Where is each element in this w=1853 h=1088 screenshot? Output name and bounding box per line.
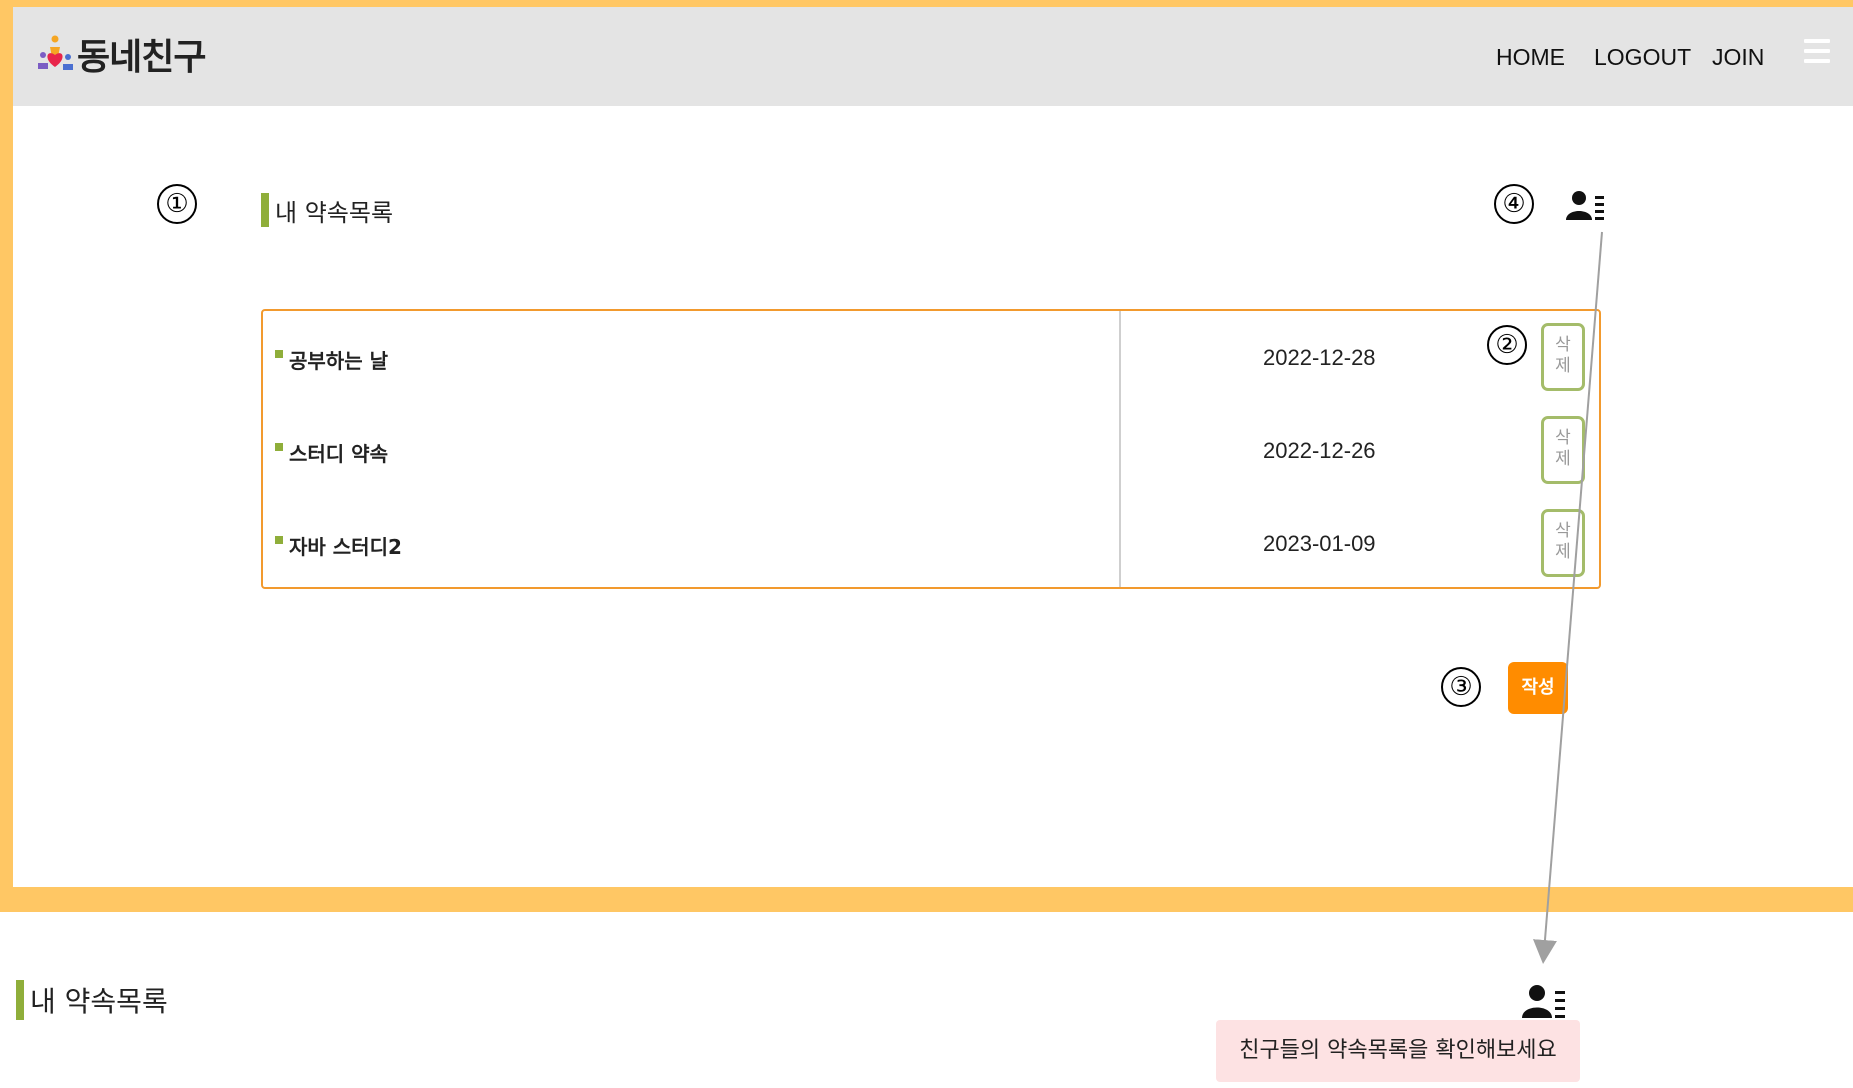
nav-home-link[interactable]: HOME [1496, 44, 1565, 74]
write-button[interactable]: 작성 [1508, 662, 1568, 714]
list-item[interactable]: 스터디 약속 2022-12-26 삭 제 [263, 404, 1599, 494]
delete-button[interactable]: 삭 제 [1541, 323, 1585, 391]
hamburger-menu-icon[interactable] [1804, 39, 1830, 67]
logo[interactable]: 동네친구 [35, 29, 206, 79]
friend-list-icon[interactable] [1566, 190, 1606, 222]
header-bar: 동네친구 HOME LOGOUT JOIN [13, 7, 1853, 106]
preview-page-title: 내 약속목록 [16, 980, 168, 1020]
nav-logout-link[interactable]: LOGOUT [1594, 44, 1691, 74]
preview-friend-list-icon[interactable] [1522, 984, 1568, 1020]
marker-1: ① [157, 184, 197, 224]
logo-text: 동네친구 [77, 37, 206, 78]
nav-join-link[interactable]: JOIN [1712, 44, 1764, 74]
friend-list-tooltip: 친구들의 약속목록을 확인해보세요 [1216, 1020, 1580, 1082]
appointment-list: 공부하는 날 2022-12-28 ② 삭 제 스터디 약속 2022-12-2… [261, 309, 1601, 589]
delete-button[interactable]: 삭 제 [1541, 509, 1585, 577]
marker-4: ④ [1494, 184, 1534, 224]
page-title: 내 약속목록 [261, 193, 393, 227]
appointment-title[interactable]: 스터디 약속 [289, 438, 388, 467]
delete-button[interactable]: 삭 제 [1541, 416, 1585, 484]
appointment-date: 2022-12-26 [1263, 438, 1376, 463]
list-item[interactable]: 공부하는 날 2022-12-28 ② 삭 제 [263, 311, 1599, 401]
app-window: 동네친구 HOME LOGOUT JOIN ① 내 약속목록 ④ 공부하는 날 … [13, 7, 1853, 887]
preview-page-title-text: 내 약속목록 [30, 985, 168, 1018]
marker-3: ③ [1441, 667, 1481, 707]
page-title-text: 내 약속목록 [275, 198, 394, 227]
list-item[interactable]: 자바 스터디2 2023-01-09 삭 제 [263, 497, 1599, 587]
appointment-date: 2022-12-28 [1263, 345, 1376, 370]
appointment-date: 2023-01-09 [1263, 531, 1376, 556]
marker-2: ② [1487, 325, 1527, 365]
logo-people-icon [35, 33, 75, 75]
appointment-title[interactable]: 공부하는 날 [289, 345, 388, 374]
appointment-title[interactable]: 자바 스터디2 [289, 531, 402, 560]
